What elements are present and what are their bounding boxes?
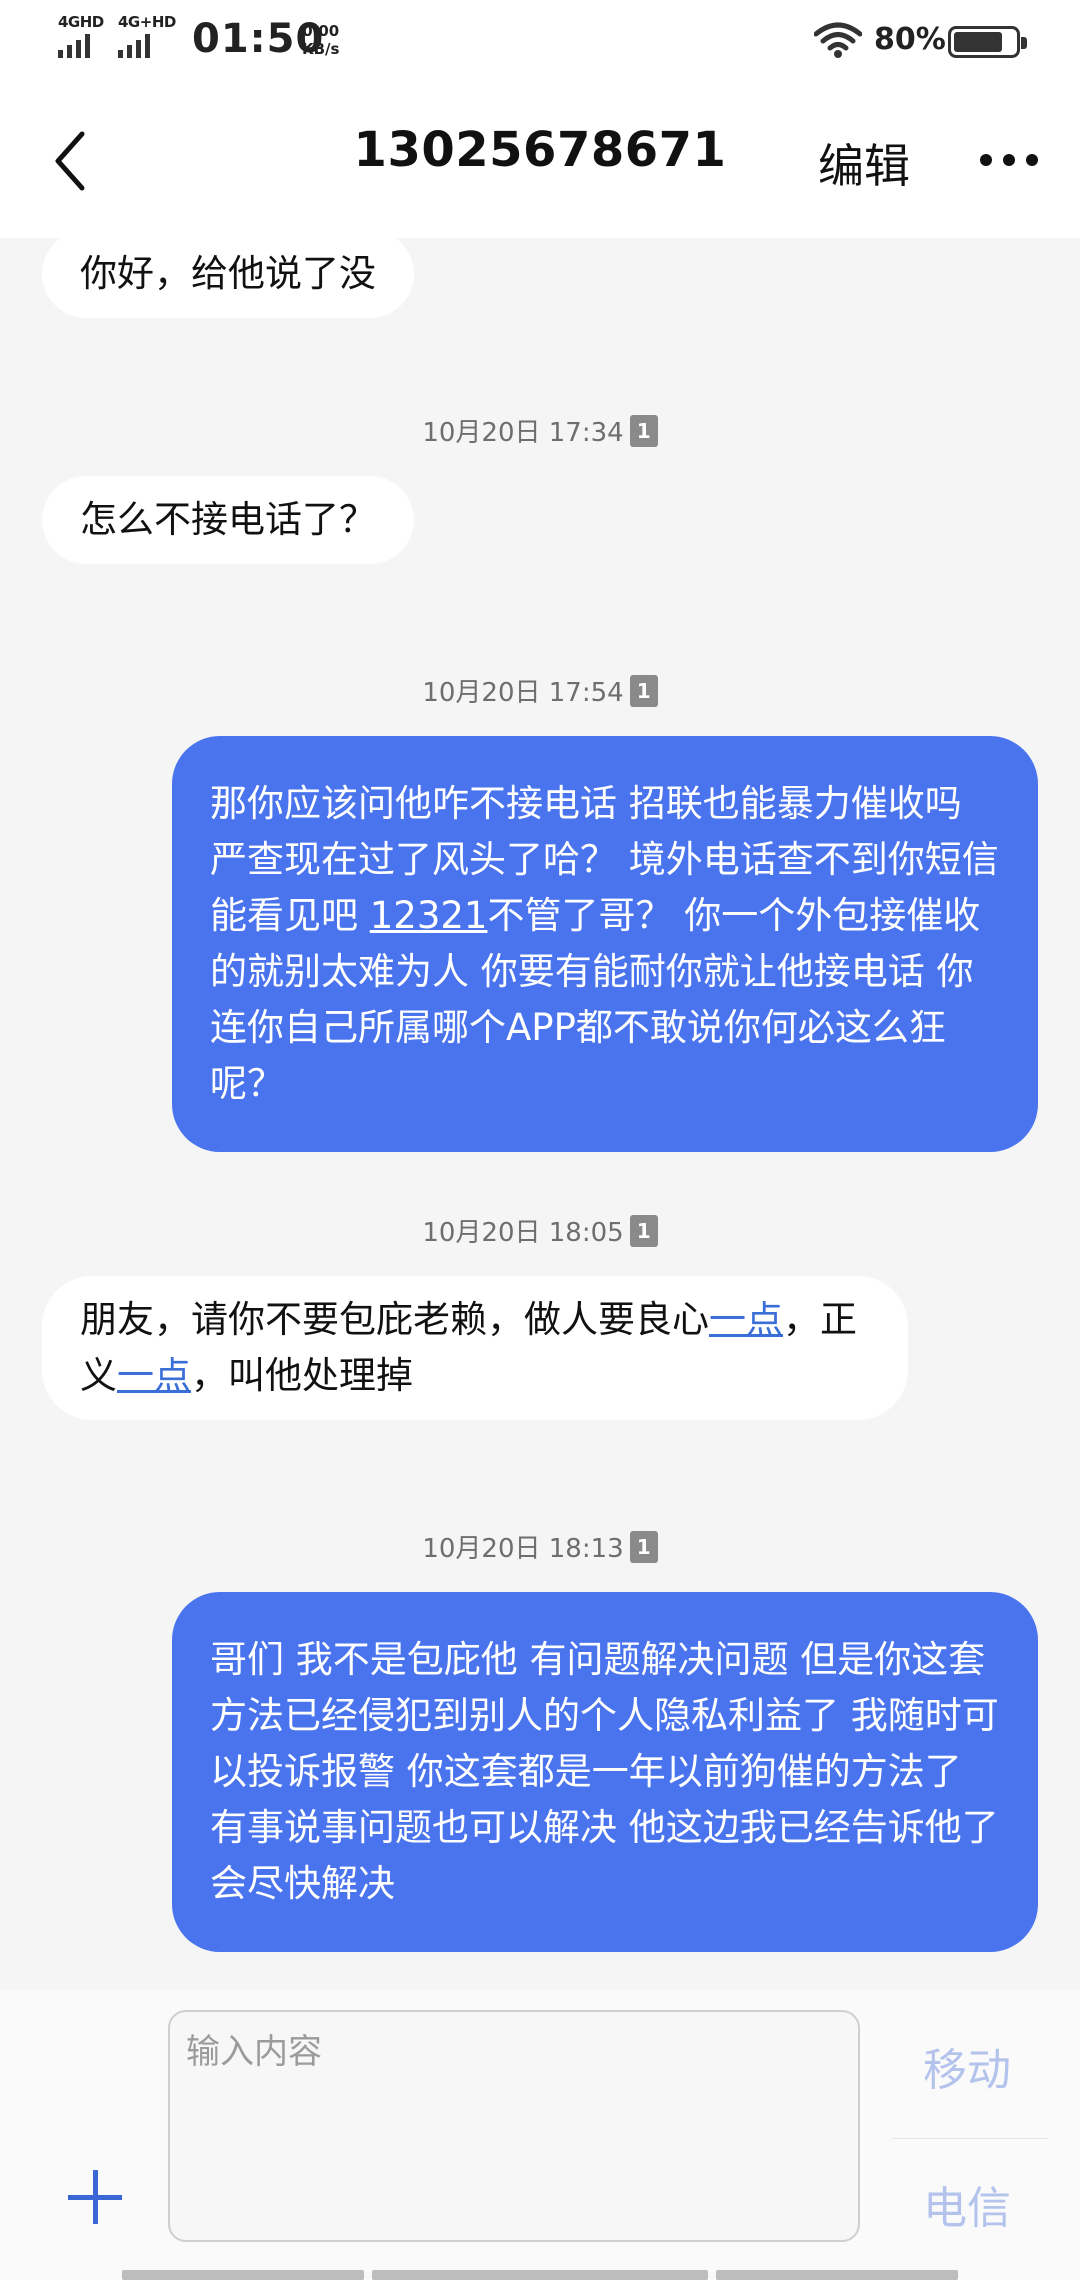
- sim-divider: [892, 2138, 1048, 2139]
- status-bar: 4GHD 4G+HD 01:50 0.00 KB/s 80%: [0, 0, 1080, 82]
- timestamp-text: 10月20日 18:13: [422, 1534, 624, 1564]
- message-text: 哥们 我不是包庇他 有问题解决问题 但是你这套方法已经侵犯到别人的个人隐私利益了…: [210, 1638, 999, 1905]
- message-text: 怎么不接电话了？: [80, 498, 376, 541]
- message-text: 你好，给他说了没: [80, 252, 376, 295]
- message-bubble-incoming[interactable]: 你好，给他说了没: [42, 238, 414, 318]
- network-speed-value: 0.00: [302, 22, 340, 40]
- message-text: ，叫他处理掉: [191, 1354, 413, 1397]
- edit-button[interactable]: 编辑: [818, 130, 910, 196]
- message-link[interactable]: 12321: [370, 894, 488, 937]
- conversation-header: 13025678671 编辑: [0, 82, 1080, 238]
- network-type-label: 4GHD: [58, 13, 104, 31]
- wifi-icon: [814, 22, 862, 58]
- battery-icon: [948, 26, 1027, 58]
- message-bubble-outgoing[interactable]: 那你应该问他咋不接电话 招联也能暴力催收吗 严查现在过了风头了哈？ 境外电话查不…: [172, 736, 1038, 1152]
- signal-icon: [118, 32, 150, 58]
- add-attachment-icon[interactable]: [68, 2170, 122, 2224]
- contact-number-title: 13025678671: [353, 122, 727, 178]
- signal-icon: [58, 32, 90, 58]
- message-bubble-incoming[interactable]: 怎么不接电话了？: [42, 476, 414, 564]
- network-type-label: 4G+HD: [118, 13, 176, 31]
- sim-card-icon: 1: [629, 414, 658, 447]
- network-speed: 0.00 KB/s: [302, 22, 339, 58]
- message-list[interactable]: 你好，给他说了没 10月20日 17:34 1 怎么不接电话了？ 10月20日 …: [0, 238, 1080, 1990]
- battery-percent: 80%: [874, 22, 946, 57]
- timestamp-text: 10月20日 17:34: [422, 418, 624, 448]
- message-timestamp: 10月20日 17:54 1: [0, 672, 1080, 709]
- message-input[interactable]: [168, 2010, 860, 2242]
- message-composer: 移动 电信: [0, 1990, 1080, 2280]
- battery-tip: [1021, 37, 1027, 49]
- navigation-bar: [0, 2270, 1080, 2280]
- network-indicator-sim2: 4G+HD: [118, 14, 176, 58]
- sms-conversation-screen: 4GHD 4G+HD 01:50 0.00 KB/s 80% 130256786…: [0, 0, 1080, 2280]
- more-options-icon[interactable]: [980, 144, 1042, 176]
- message-timestamp: 10月20日 18:05 1: [0, 1212, 1080, 1249]
- message-link[interactable]: 一点: [709, 1298, 783, 1341]
- message-timestamp: 10月20日 18:13 1: [0, 1528, 1080, 1565]
- message-link[interactable]: 一点: [117, 1354, 191, 1397]
- sim-card-icon: 1: [629, 1530, 658, 1563]
- timestamp-text: 10月20日 17:54: [422, 678, 624, 708]
- send-via-sim2-button[interactable]: 电信: [892, 2172, 1042, 2236]
- message-text: 朋友，请你不要包庇老赖，做人要良心: [80, 1298, 709, 1341]
- sim-card-icon: 1: [629, 1214, 658, 1247]
- timestamp-text: 10月20日 18:05: [422, 1218, 624, 1248]
- message-bubble-outgoing[interactable]: 哥们 我不是包庇他 有问题解决问题 但是你这套方法已经侵犯到别人的个人隐私利益了…: [172, 1592, 1038, 1952]
- sim-card-icon: 1: [629, 674, 658, 707]
- message-bubble-incoming[interactable]: 朋友，请你不要包庇老赖，做人要良心一点，正义一点，叫他处理掉: [42, 1276, 908, 1420]
- network-speed-unit: KB/s: [302, 40, 340, 58]
- network-indicator-sim1: 4GHD: [58, 14, 104, 58]
- send-via-sim1-button[interactable]: 移动: [892, 2034, 1042, 2098]
- message-timestamp: 10月20日 17:34 1: [0, 412, 1080, 449]
- battery-fill: [954, 32, 1002, 52]
